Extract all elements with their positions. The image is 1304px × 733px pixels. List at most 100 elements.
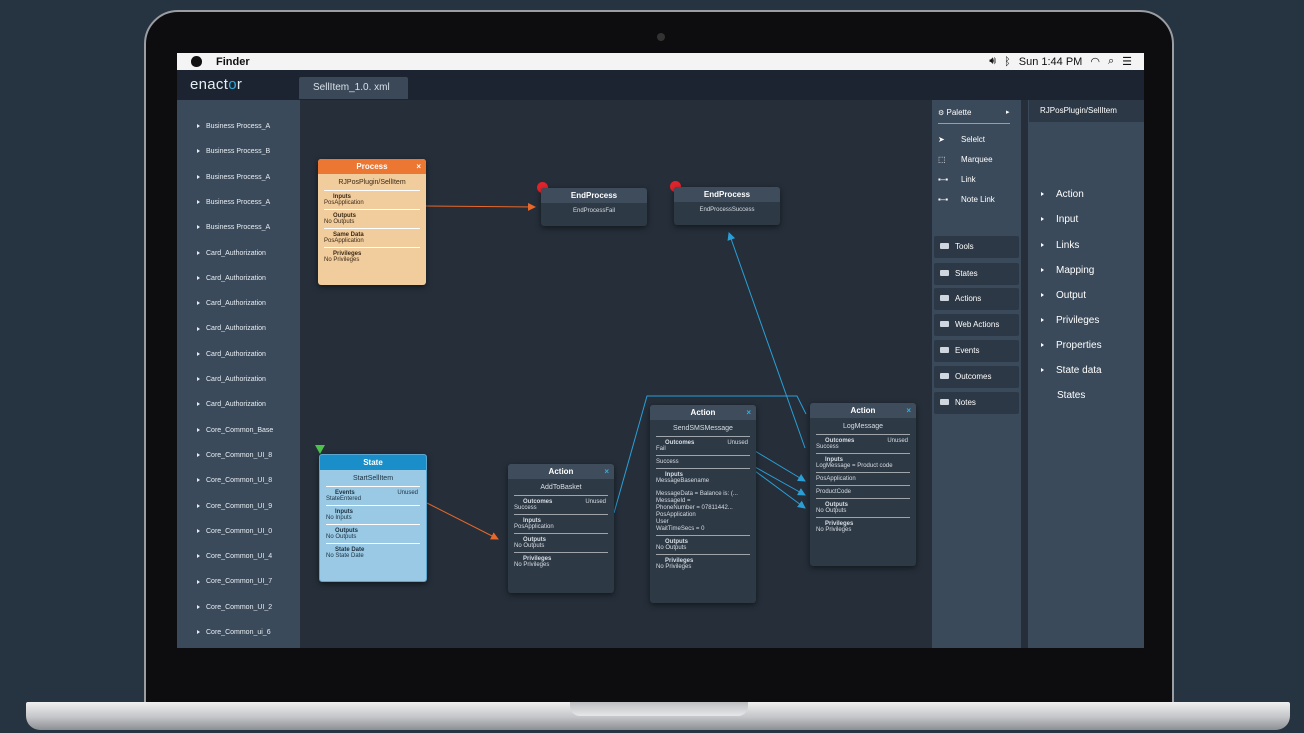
prop-states[interactable]: States: [1057, 390, 1085, 401]
sidebar-item[interactable]: Core_Common_ui_6: [197, 629, 271, 636]
node-header: State: [320, 455, 426, 470]
sidebar-item-label: Core_Common_UI_8: [206, 451, 273, 459]
close-icon[interactable]: ×: [604, 464, 609, 479]
node-name: AddToBasket: [540, 484, 582, 491]
sidebar-item[interactable]: Card_Authorization: [197, 325, 266, 332]
sidebar-item[interactable]: Card_Authorization: [197, 401, 266, 408]
sidebar-item-label: Core_Common_ui_6: [206, 629, 271, 636]
sidebar-item[interactable]: Card_Authorization: [197, 351, 266, 358]
node-header: Action ×: [508, 464, 614, 479]
palette-web-actions[interactable]: Web Actions: [934, 314, 1019, 336]
outcomes-section: Outcomes Unused Success: [816, 434, 910, 453]
sidebar-item[interactable]: Card_Authorization: [197, 376, 266, 383]
chevron-right-icon: [197, 275, 200, 280]
palette-states[interactable]: States: [934, 263, 1019, 285]
palette-actions[interactable]: Actions: [934, 288, 1019, 310]
sidebar-item-label: Business Process_B: [206, 148, 271, 156]
prop-privileges[interactable]: Privileges: [1041, 315, 1099, 326]
tab-sellitem[interactable]: SellItem_1.0. xml: [299, 77, 408, 99]
sidebar-item-label: Business Process_A: [206, 198, 271, 206]
process-sidebar: Business Process_A Business Process_B Busi…: [177, 100, 300, 648]
sidebar-item[interactable]: Card_Authorization: [197, 275, 266, 282]
outputs-section: Outputs No Outputs: [326, 524, 420, 543]
tool-marquee[interactable]: ⬚ Marquee: [938, 155, 993, 164]
sidebar-item[interactable]: Business Process_B: [197, 148, 270, 155]
tool-note-link[interactable]: ▪–▪ Note Link: [938, 195, 995, 204]
close-icon[interactable]: ×: [746, 405, 751, 420]
inputs-section: Inputs PosApplication: [514, 514, 608, 533]
chevron-right-icon: [197, 478, 200, 483]
wifi-icon[interactable]: ◠: [1090, 55, 1100, 68]
close-icon[interactable]: ×: [906, 403, 911, 418]
palette-outcomes[interactable]: Outcomes: [934, 366, 1019, 388]
action-node-sendsmsmessage[interactable]: Action × SendSMSMessage Outcomes Unused Fai…: [650, 405, 756, 603]
prop-properties[interactable]: Properties: [1041, 340, 1102, 351]
state-node[interactable]: State StartSellItem Events Unused StateEnt…: [319, 454, 427, 582]
endprocess-success-node[interactable]: EndProcess EndProcessSuccess: [674, 187, 780, 225]
prop-mapping[interactable]: Mapping: [1041, 265, 1094, 276]
chevron-right-icon: [197, 351, 200, 356]
clock[interactable]: Sun 1:44 PM: [1019, 56, 1083, 68]
folder-icon: [940, 295, 949, 301]
sidebar-item[interactable]: Business Process_A: [197, 174, 270, 181]
sidebar-item-label: Core_Common_UI_2: [206, 603, 273, 611]
palette-events[interactable]: Events: [934, 340, 1019, 362]
palette-tools[interactable]: Tools: [934, 236, 1019, 258]
tool-select[interactable]: ➤ Selelct: [938, 135, 985, 144]
sidebar-item[interactable]: Core_Common_UI_2: [197, 604, 272, 611]
palette-icon: ⚙: [938, 110, 945, 117]
process-node[interactable]: Process × RJPosPlugin/SellItem Inputs PosA…: [318, 159, 426, 285]
prop-links[interactable]: Links: [1041, 240, 1079, 251]
search-icon[interactable]: ⌕: [1108, 55, 1114, 68]
list-icon[interactable]: ☰: [1122, 55, 1132, 68]
prop-input[interactable]: Input: [1041, 214, 1078, 225]
sidebar-item[interactable]: Core_Common_UI_4: [197, 553, 272, 560]
sidebar-item[interactable]: Card_Authorization: [197, 250, 266, 257]
node-name: EndProcessFail: [572, 208, 616, 214]
palette-header[interactable]: ⚙ Palette ▸: [938, 108, 1010, 117]
palette-notes[interactable]: Notes: [934, 392, 1019, 414]
laptop-notch: [570, 702, 748, 716]
node-header: Action ×: [810, 403, 916, 418]
bluetooth-icon[interactable]: ᛒ: [1004, 56, 1011, 68]
menubar-status: 🔊︎ ᛒ Sun 1:44 PM ◠ ⌕ ☰: [989, 55, 1132, 68]
sidebar-item-label: Business Process_A: [206, 173, 271, 181]
sidebar-item[interactable]: Core_Common_UI_8: [197, 452, 272, 459]
close-icon[interactable]: ×: [416, 159, 421, 174]
chevron-right-icon: [1041, 368, 1044, 373]
prop-action[interactable]: Action: [1041, 189, 1084, 200]
sidebar-item-label: Core_Common_UI_9: [206, 502, 273, 510]
sidebar-item[interactable]: Core_Common_UI_7: [197, 578, 272, 585]
sidebar-item[interactable]: Card_Authorization: [197, 300, 266, 307]
chevron-right-icon: [197, 427, 200, 432]
tool-link[interactable]: ▪–▪ Link: [938, 175, 976, 184]
endprocess-fail-node[interactable]: EndProcess EndProcessFail: [541, 188, 647, 226]
inputs-section: Inputs LogMessage = Product code: [816, 453, 910, 472]
sidebar-item-label: Card_Authorization: [206, 401, 266, 409]
sidebar-item[interactable]: Business Process_A: [197, 123, 270, 130]
outputs-section: Outputs No Outputs: [514, 533, 608, 552]
same-data-section: Same Data PosApplication: [324, 228, 420, 247]
chevron-right-icon: [1041, 192, 1044, 197]
menubar-app-name[interactable]: Finder: [216, 56, 250, 68]
sidebar-item[interactable]: Business Process_A: [197, 199, 270, 206]
outputs-section: Outputs No Outputs: [656, 535, 750, 554]
node-header: EndProcess: [541, 188, 647, 203]
chevron-right-icon[interactable]: ▸: [1006, 108, 1010, 116]
apple-icon[interactable]: [191, 56, 202, 67]
sidebar-item[interactable]: Core_Common_UI_9: [197, 503, 272, 510]
sidebar-item[interactable]: Core_Common_UI_8: [197, 477, 272, 484]
prop-output[interactable]: Output: [1041, 290, 1086, 301]
palette-underline: [938, 123, 1010, 124]
sidebar-item[interactable]: Core_Common_UI_0: [197, 528, 272, 535]
events-section: Events Unused StateEntered: [326, 486, 420, 505]
volume-icon[interactable]: 🔊︎: [989, 55, 996, 68]
sidebar-item[interactable]: Core_Common_Base: [197, 427, 273, 434]
prop-state-data[interactable]: State data: [1041, 365, 1102, 376]
action-node-addtobasket[interactable]: Action × AddToBasket Outcomes Unused Succes…: [508, 464, 614, 593]
sidebar-item-label: Core_Common_UI_4: [206, 553, 273, 561]
sidebar-item[interactable]: Business Process_A: [197, 224, 270, 231]
action-node-logmessage[interactable]: Action × LogMessage Outcomes Unused Success…: [810, 403, 916, 566]
chevron-right-icon: [197, 326, 200, 331]
start-arrow-icon: [315, 445, 325, 454]
